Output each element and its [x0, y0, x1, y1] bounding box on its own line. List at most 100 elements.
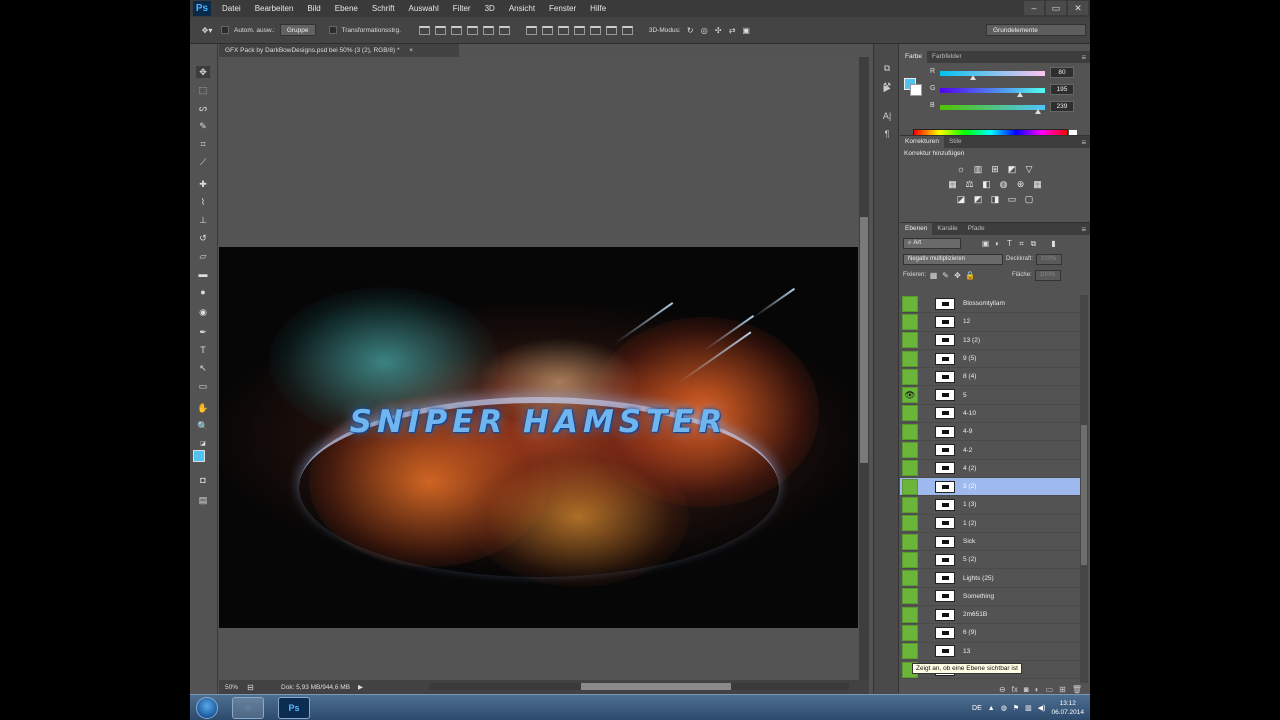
new-group-icon[interactable]: ▭: [1046, 685, 1054, 694]
pen-tool-icon[interactable]: ✒: [196, 326, 210, 338]
distribute-right-icon[interactable]: [605, 25, 617, 35]
3d-drag-icon[interactable]: ✣: [714, 26, 723, 35]
tab-pfade[interactable]: Pfade: [963, 223, 990, 235]
start-button[interactable]: [196, 697, 218, 719]
menu-filter[interactable]: Filter: [446, 4, 478, 13]
layer-row[interactable]: 2m651B: [900, 606, 1080, 625]
quick-select-tool-icon[interactable]: ✎: [196, 120, 210, 132]
layer-visibility-eye-icon[interactable]: [902, 624, 918, 641]
layer-name[interactable]: Blossomtyllam: [963, 300, 1005, 307]
distribute-vcenter-icon[interactable]: [541, 25, 553, 35]
tray-flag-icon[interactable]: ⚑: [1013, 704, 1019, 712]
delete-layer-icon[interactable]: 🗑: [1072, 685, 1082, 694]
lock-all-icon[interactable]: 🔒: [965, 271, 975, 280]
fx-icon[interactable]: fx: [1012, 685, 1018, 694]
menu-hilfe[interactable]: Hilfe: [583, 4, 613, 13]
slider-r-knob[interactable]: [969, 75, 976, 80]
layer-visibility-eye-icon[interactable]: [902, 460, 918, 477]
layer-row[interactable]: 4 (2): [900, 460, 1080, 478]
layer-name[interactable]: 1 (3): [963, 501, 976, 508]
fill-field[interactable]: 100%: [1034, 269, 1061, 281]
layer-name[interactable]: 1 (2): [963, 520, 976, 527]
layer-name[interactable]: 4-10: [963, 410, 976, 417]
lock-pixels-icon[interactable]: ✎: [941, 271, 950, 280]
layer-visibility-eye-icon[interactable]: [902, 368, 918, 385]
layer-name[interactable]: 6 (9): [963, 629, 976, 636]
lasso-tool-icon[interactable]: ᔕ: [196, 102, 210, 114]
distribute-bottom-icon[interactable]: [557, 25, 569, 35]
zoom-level[interactable]: 50%: [225, 684, 238, 691]
layer-visibility-eye-icon[interactable]: [902, 496, 918, 513]
menu-schrift[interactable]: Schrift: [365, 4, 402, 13]
layer-name[interactable]: 13 (2): [963, 337, 980, 344]
layer-visibility-eye-icon[interactable]: [902, 551, 918, 568]
transform-controls-checkbox[interactable]: [328, 26, 337, 34]
slider-g[interactable]: G 195: [930, 84, 1088, 97]
menu-3d[interactable]: 3D: [478, 4, 502, 13]
slider-g-knob[interactable]: [1017, 92, 1024, 97]
document-tab[interactable]: GFX Pack by DarkBowDesigns.psd bei 50% (…: [219, 44, 459, 57]
threshold-icon[interactable]: ◨: [989, 194, 1001, 204]
new-layer-icon[interactable]: ⊞: [1059, 685, 1066, 694]
tray-app-icon[interactable]: ◍: [1001, 704, 1007, 712]
panel-menu-icon[interactable]: ≡: [1081, 138, 1086, 147]
align-vcenter-icon[interactable]: [434, 25, 446, 35]
posterize-icon[interactable]: ◩: [972, 194, 984, 204]
layer-name[interactable]: 4-9: [963, 428, 972, 435]
slider-b[interactable]: B 239: [930, 101, 1088, 114]
document-tab-close-icon[interactable]: ×: [409, 47, 413, 54]
filter-adjustment-icon[interactable]: ◐: [993, 239, 1002, 248]
layer-row[interactable]: 1 (2): [900, 515, 1080, 533]
tray-arrow-icon[interactable]: ▲: [988, 705, 995, 712]
gradient-tool-icon[interactable]: ▬: [196, 268, 210, 280]
menu-datei[interactable]: Datei: [215, 4, 248, 13]
layer-row[interactable]: 4-9: [900, 423, 1080, 442]
history-brush-tool-icon[interactable]: ↺: [196, 232, 210, 244]
photofilter-icon[interactable]: ◍: [998, 179, 1010, 189]
add-mask-icon[interactable]: ◙: [1024, 685, 1029, 694]
layer-row[interactable]: Sick: [900, 533, 1080, 552]
layer-row[interactable]: 1 (3): [900, 496, 1080, 515]
quick-mask-icon[interactable]: ◘: [196, 474, 210, 486]
layer-row[interactable]: 9 (5): [900, 350, 1080, 369]
canvas-vertical-scroll-thumb[interactable]: [860, 217, 868, 463]
distribute-left-icon[interactable]: [573, 25, 585, 35]
tab-stile[interactable]: Stile: [944, 136, 967, 148]
blend-mode-dropdown[interactable]: Negativ multiplizieren: [903, 253, 1003, 265]
gradientmap-icon[interactable]: ▭: [1006, 194, 1018, 204]
layer-visibility-eye-icon[interactable]: [902, 332, 918, 349]
character-icon[interactable]: A|: [881, 110, 893, 122]
canvas-vertical-scrollbar[interactable]: [859, 57, 869, 680]
maximize-button[interactable]: ▭: [1046, 1, 1066, 15]
layer-visibility-eye-icon[interactable]: 👁: [902, 387, 918, 404]
marquee-tool-icon[interactable]: ⬚: [196, 84, 210, 96]
mixer-icon[interactable]: ⊛: [1015, 179, 1027, 189]
layer-row[interactable]: 6 (9): [900, 624, 1080, 643]
layer-visibility-eye-icon[interactable]: [902, 405, 918, 422]
layer-visibility-eye-icon[interactable]: [902, 423, 918, 440]
layer-name[interactable]: Sick: [963, 538, 975, 545]
filter-type-icon[interactable]: T: [1005, 239, 1014, 248]
balance-icon[interactable]: ⚖: [964, 179, 976, 189]
layer-row[interactable]: Something: [900, 588, 1080, 607]
layer-row[interactable]: 12: [900, 313, 1080, 332]
distribute-hcenter-icon[interactable]: [589, 25, 601, 35]
layer-visibility-eye-icon[interactable]: [902, 350, 918, 367]
stamp-tool-icon[interactable]: ⊥: [196, 214, 210, 226]
play-icon[interactable]: ▶: [881, 82, 893, 94]
canvas-area[interactable]: SNIPER HAMSTER: [219, 57, 859, 680]
layer-name[interactable]: 9 (5): [963, 355, 976, 362]
default-colors-icon[interactable]: ◪: [196, 438, 210, 450]
brightness-icon[interactable]: ☼: [955, 164, 967, 174]
layer-visibility-eye-icon[interactable]: [902, 570, 918, 587]
shape-tool-icon[interactable]: ▭: [196, 380, 210, 392]
layer-visibility-eye-icon[interactable]: [902, 588, 918, 605]
layer-visibility-eye-icon[interactable]: [902, 478, 918, 495]
layer-name[interactable]: 5: [963, 392, 967, 399]
hue-icon[interactable]: ▦: [947, 179, 959, 189]
curves-icon[interactable]: ⊞: [989, 164, 1001, 174]
layer-name[interactable]: 13: [963, 648, 970, 655]
layer-filter-dropdown[interactable]: ⌕ Art: [903, 237, 961, 249]
new-adjustment-icon[interactable]: ◐: [1035, 685, 1040, 694]
tab-kanaele[interactable]: Kanäle: [932, 223, 962, 235]
